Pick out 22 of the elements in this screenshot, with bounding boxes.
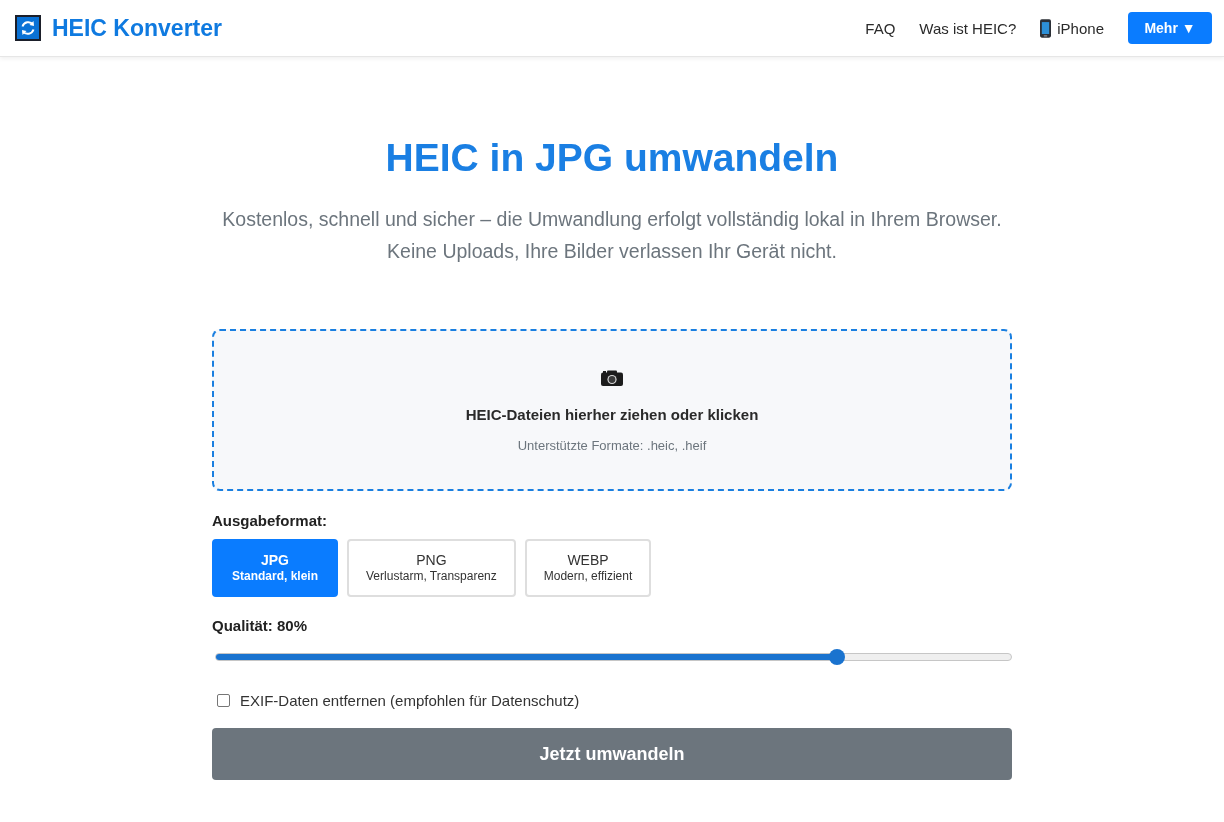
site-title[interactable]: HEIC Konverter: [52, 14, 222, 42]
supported-formats-text: Unterstützte Formate: .heic, .heif: [517, 438, 707, 453]
slider-handle[interactable]: [828, 649, 845, 665]
exif-checkbox[interactable]: [217, 694, 230, 707]
page-heading: HEIC in JPG umwandeln: [385, 135, 839, 181]
checkbox-label: EXIF-Daten entfernen (empfohlen für Datenschutz): [240, 692, 580, 709]
quality-slider[interactable]: [215, 653, 1012, 661]
output-format-label: Ausgabeformat:: [212, 512, 328, 529]
nav-link[interactable]: FAQ: [865, 19, 896, 37]
format-option-button[interactable]: WEBP Modern, effizient: [524, 539, 652, 597]
intro-text: Kostenlos, schnell und sicher – die Umwandlung erfolgt vollständig lokal in Ihrem Browser. Keine Uploads, Ihre Bilder verlassen Ihr Gerät nicht.: [221, 207, 1003, 264]
phone-icon: [1040, 18, 1052, 38]
more-menu-button[interactable]: Mehr ▼: [1128, 12, 1212, 44]
format-option-button[interactable]: JPG Standard, klein: [212, 539, 339, 597]
refresh-logo-icon: [15, 15, 41, 41]
file-drop-zone[interactable]: HEIC-Dateien hierher ziehen oder klicken Unterstützte Formate: .heic, .heif: [212, 329, 1012, 491]
nav-link[interactable]: Was ist HEIC?: [919, 19, 1017, 37]
drop-zone-title: HEIC-Dateien hierher ziehen oder klicken: [465, 406, 759, 423]
nav-link[interactable]: iPhone: [1040, 18, 1104, 38]
camera-icon: [601, 370, 623, 386]
quality-label: Qualität: 80%: [212, 617, 309, 634]
format-option-button[interactable]: PNG Verlustarm, Transparenz: [347, 539, 516, 597]
